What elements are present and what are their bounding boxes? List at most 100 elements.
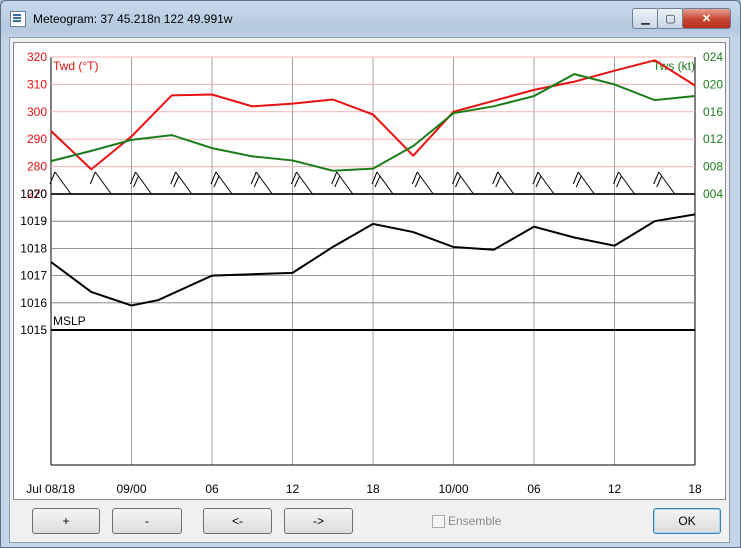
wind-barb-flag	[334, 175, 341, 188]
wind-barb-flag	[535, 175, 542, 188]
wind-barb-flag	[656, 175, 663, 188]
wind-barb	[250, 171, 273, 195]
previous-button[interactable]: <-	[203, 508, 272, 534]
wind-barb	[130, 171, 152, 195]
wind-barb-shaft	[336, 171, 354, 195]
wind-barb-flag	[133, 175, 139, 188]
wind-barb	[331, 171, 354, 195]
tws-tick-label: 016	[703, 105, 723, 119]
tws-tick-label: 004	[703, 187, 723, 201]
twd-tick-label: 290	[27, 132, 47, 146]
wind-barb-flag	[492, 171, 499, 185]
ensemble-checkbox-box[interactable]	[432, 514, 445, 528]
wind-barb-flag	[616, 175, 622, 188]
wind-barb	[371, 171, 394, 195]
wind-barb-flag	[89, 171, 96, 185]
minimize-button[interactable]: ▁	[632, 8, 659, 29]
wind-barb-shaft	[296, 171, 313, 195]
title-bar[interactable]: Meteogram: 37 45.218n 122 49.991w ▁ ▢ ✕	[1, 1, 740, 31]
maximize-button[interactable]: ▢	[657, 8, 684, 29]
x-tick-label: 12	[608, 482, 622, 496]
tws-tick-label: 008	[703, 160, 723, 174]
wind-barb-shaft	[618, 171, 635, 195]
wind-barb-flag	[414, 175, 421, 188]
wind-barb	[291, 171, 313, 195]
dialog-client: 320 310 300 290 280 270 024 020 016 012 008 004 1020…	[9, 37, 730, 543]
wind-barb	[572, 171, 595, 195]
x-tick-label: 10/00	[438, 482, 468, 496]
wind-barb-flag	[213, 175, 220, 188]
window-title: Meteogram: 37 45.218n 122 49.991w	[33, 12, 233, 26]
wind-barb	[653, 171, 676, 195]
twd-tick-label: 320	[27, 50, 47, 64]
wind-barb-shaft	[416, 171, 434, 195]
wind-barb-shaft	[537, 171, 555, 195]
wind-barb	[613, 171, 635, 195]
twd-tick-label: 300	[27, 105, 47, 119]
x-tick-label: 12	[286, 482, 300, 496]
wind-barb-shaft	[94, 171, 112, 195]
wind-barb-flag	[572, 171, 579, 185]
twd-tick-label: 310	[27, 77, 47, 91]
mslp-tick-label: 1015	[20, 323, 47, 337]
wind-barb	[89, 171, 112, 195]
meteogram-window: Meteogram: 37 45.218n 122 49.991w ▁ ▢ ✕ …	[0, 0, 741, 548]
next-button[interactable]: ->	[284, 508, 353, 534]
wind-barb-flag	[575, 175, 582, 188]
wind-barb-shaft	[497, 171, 515, 195]
meteogram-chart: 320 310 300 290 280 270 024 020 016 012 008 004 1020…	[13, 42, 726, 500]
wind-barb	[492, 171, 515, 195]
chart-canvas: 3203103002902802700240200160120080041020…	[20, 50, 723, 496]
x-tick-label: 06	[205, 482, 219, 496]
close-button[interactable]: ✕	[682, 8, 731, 29]
wind-barb-shaft	[54, 171, 72, 195]
x-tick-label: 09/00	[116, 482, 146, 496]
x-tick-label: 18	[366, 482, 380, 496]
twd-axis-label: Twd (°T)	[53, 59, 98, 73]
ok-button[interactable]: OK	[653, 508, 721, 534]
wind-barb-shaft	[175, 171, 193, 195]
wind-barb-flag	[173, 175, 180, 188]
twd-tick-label: 280	[27, 160, 47, 174]
mslp-tick-label: 1016	[20, 296, 47, 310]
tws-tick-label: 024	[703, 50, 723, 64]
wind-barb-shaft	[376, 171, 394, 195]
app-icon	[10, 11, 26, 27]
wind-barb-flag	[170, 171, 177, 185]
wind-barb-flag	[294, 175, 300, 188]
mslp-axis-label: MSLP	[53, 314, 86, 328]
tws-tick-label: 020	[703, 77, 723, 91]
wind-barb-shaft	[577, 171, 595, 195]
wind-barb	[452, 171, 474, 195]
mslp-tick-label: 1018	[20, 241, 47, 255]
wind-barb-flag	[250, 171, 257, 185]
ensemble-label: Ensemble	[448, 514, 502, 528]
wind-barb	[170, 171, 193, 195]
wind-barb-shaft	[255, 171, 273, 195]
tws-tick-label: 012	[703, 132, 723, 146]
wind-barb-flag	[411, 171, 418, 185]
wind-barb	[210, 171, 233, 195]
x-tick-label: 18	[688, 482, 702, 496]
tws-axis-label: Tws (kt)	[653, 59, 695, 73]
zoom-in-button[interactable]: +	[32, 508, 100, 534]
wind-barb-flag	[331, 171, 338, 185]
zoom-out-button[interactable]: -	[112, 508, 182, 534]
wind-barb-flag	[653, 171, 660, 185]
wind-barb-flag	[253, 175, 260, 188]
wind-barb-shaft	[658, 171, 676, 195]
wind-barb	[532, 171, 555, 195]
wind-barb	[49, 171, 72, 195]
mslp-tick-label: 1020	[20, 187, 47, 201]
wind-barb	[411, 171, 434, 195]
x-tick-label: Jul 08/18	[26, 482, 75, 496]
wind-barb-shaft	[215, 171, 233, 195]
wind-barb-flag	[374, 175, 381, 188]
mslp-tick-label: 1019	[20, 214, 47, 228]
wind-barb-shaft	[457, 171, 474, 195]
mslp-tick-label: 1017	[20, 269, 47, 283]
wind-barb-flag	[455, 175, 461, 188]
x-tick-label: 06	[527, 482, 541, 496]
ensemble-checkbox[interactable]: Ensemble	[432, 514, 501, 528]
wind-barb-flag	[495, 175, 502, 188]
